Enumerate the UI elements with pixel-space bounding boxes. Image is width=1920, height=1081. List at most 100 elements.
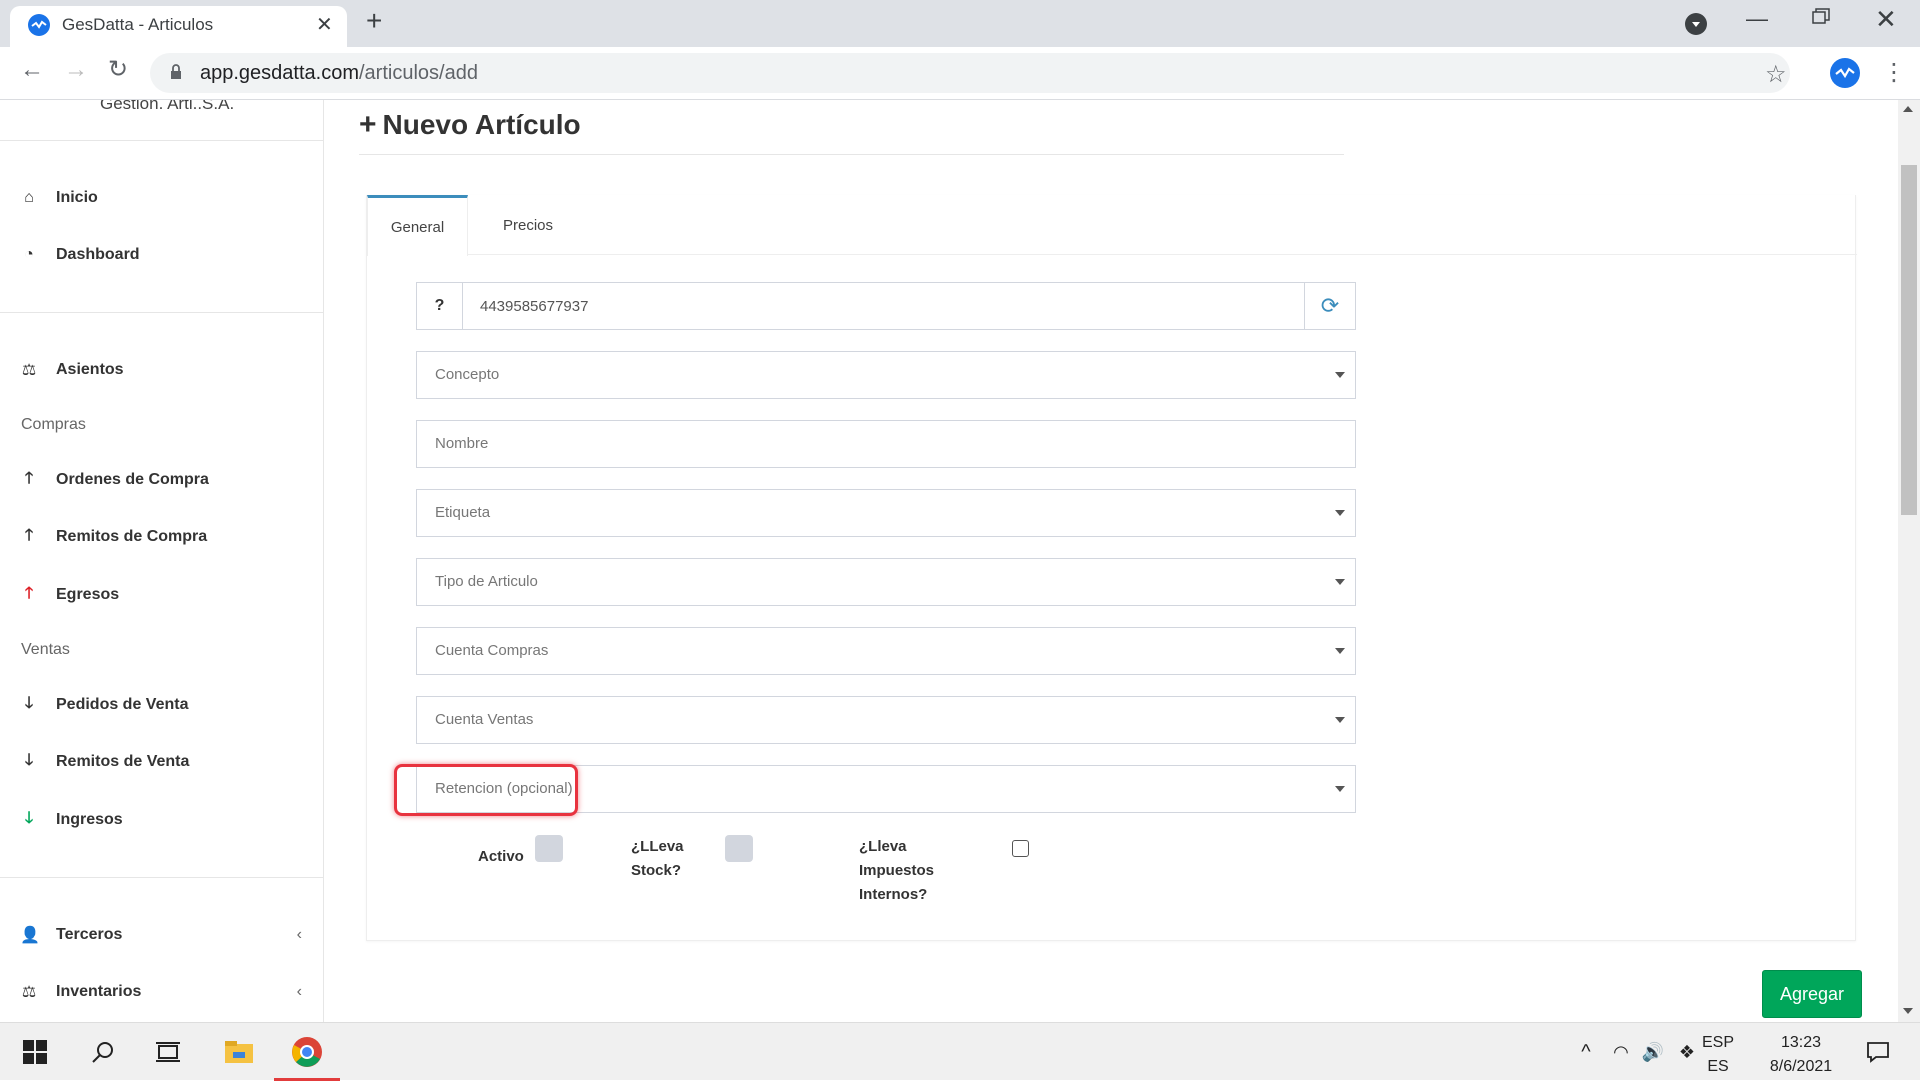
chevron-left-icon: ‹: [296, 983, 302, 1000]
page-title: + Nuevo Artículo: [359, 108, 581, 142]
impuestos-label-line1: ¿Lleva: [859, 838, 907, 855]
sidebar-item-terceros[interactable]: 👤 Terceros ‹: [20, 915, 310, 955]
sidebar-divider: [0, 877, 324, 878]
code-help-button[interactable]: ?: [417, 283, 463, 329]
form-tabs: General Precios: [367, 195, 1857, 256]
impuestos-internos-label: ¿Lleva Impuestos Internos?: [859, 835, 934, 907]
browser-tab-bar: GesDatta - Articulos ✕ + — ✕: [0, 0, 1920, 47]
tipo-articulo-placeholder: Tipo de Articulo: [435, 573, 538, 590]
address-bar[interactable]: app.gesdatta.com/articulos/add ☆: [150, 53, 1790, 93]
activo-toggle[interactable]: [535, 835, 563, 862]
caret-down-icon: [1335, 717, 1345, 723]
lleva-stock-label-line1: ¿LLeva: [631, 838, 684, 855]
tachometer-icon: ◔: [24, 246, 34, 263]
sidebar-item-label: Remitos de Compra: [56, 528, 208, 545]
sidebar-item-pedidos-venta[interactable]: 🡓 Pedidos de Venta: [20, 685, 310, 725]
refresh-code-icon[interactable]: ⟳: [1304, 283, 1355, 329]
window-close-icon[interactable]: ✕: [1875, 4, 1897, 35]
impuestos-label-line2: Impuestos: [859, 862, 935, 879]
tab-precios[interactable]: Precios: [468, 195, 588, 255]
task-view-icon[interactable]: [145, 1023, 191, 1081]
language-indicator[interactable]: ESP ES: [1702, 1031, 1734, 1079]
keyboard-code: ES: [1707, 1058, 1729, 1075]
taskbar-clock[interactable]: 13:23 8/6/2021: [1758, 1031, 1844, 1079]
etiqueta-placeholder: Etiqueta: [435, 504, 491, 521]
code-input[interactable]: [463, 283, 1309, 329]
window-restore-icon[interactable]: [1812, 8, 1830, 24]
code-input-group: ? ⟳: [416, 282, 1356, 330]
sidebar-item-label: Dashboard: [56, 246, 140, 263]
retencion-select[interactable]: Retencion (opcional): [416, 765, 1356, 813]
main-content: + Nuevo Artículo General Precios ? ⟳ Con…: [345, 100, 1875, 1022]
plus-icon: +: [359, 108, 377, 141]
url-text: app.gesdatta.com/articulos/add: [200, 62, 478, 85]
sidebar-divider: [0, 312, 324, 313]
sidebar-item-ordenes-compra[interactable]: 🡑 Ordenes de Compra: [20, 460, 310, 500]
notifications-icon[interactable]: [1858, 1023, 1898, 1081]
sidebar: Gestion. Arti..S.A. ⌂ Inicio ◔ Dashboard…: [0, 100, 324, 1022]
scroll-up-icon[interactable]: [1903, 106, 1913, 112]
sidebar-item-inicio[interactable]: ⌂ Inicio: [20, 178, 310, 218]
new-tab-icon[interactable]: +: [366, 7, 382, 35]
sidebar-item-remitos-compra[interactable]: 🡑 Remitos de Compra: [20, 517, 310, 557]
network-icon[interactable]: ◠: [1608, 1023, 1634, 1081]
arrow-down-icon: 🡓: [24, 751, 34, 769]
lleva-stock-label: ¿LLeva Stock?: [631, 835, 684, 883]
nombre-input[interactable]: Nombre: [416, 420, 1356, 468]
impuestos-internos-checkbox[interactable]: [1012, 840, 1029, 857]
etiqueta-select[interactable]: Etiqueta: [416, 489, 1356, 537]
tipo-articulo-select[interactable]: Tipo de Articulo: [416, 558, 1356, 606]
bookmark-star-icon[interactable]: ☆: [1765, 60, 1787, 89]
browser-tab[interactable]: GesDatta - Articulos ✕: [10, 6, 347, 47]
agregar-button[interactable]: Agregar: [1762, 970, 1862, 1018]
cuenta-ventas-placeholder: Cuenta Ventas: [435, 711, 534, 728]
sidebar-item-asientos[interactable]: ⚖ Asientos: [20, 350, 310, 390]
windows-start-icon[interactable]: [12, 1023, 58, 1081]
sidebar-item-label: Asientos: [56, 361, 124, 378]
sidebar-item-label: Egresos: [56, 586, 120, 603]
volume-icon[interactable]: 🔊: [1640, 1023, 1666, 1081]
arrow-down-icon: 🡓: [24, 694, 34, 712]
forward-icon[interactable]: →: [64, 58, 88, 82]
caret-down-icon: [1335, 579, 1345, 585]
file-explorer-icon[interactable]: [216, 1023, 262, 1081]
company-name: Gestion. Arti..S.A.: [100, 100, 235, 113]
window-minimize-icon[interactable]: —: [1746, 6, 1768, 32]
tab-search-icon[interactable]: [1685, 13, 1707, 35]
nombre-placeholder: Nombre: [435, 435, 489, 452]
gesdatta-extension-icon[interactable]: [1830, 58, 1860, 88]
scrollbar-thumb[interactable]: [1901, 165, 1917, 515]
chrome-icon[interactable]: [282, 1023, 332, 1081]
sidebar-item-label: Ingresos: [56, 811, 123, 828]
sidebar-item-inventarios[interactable]: ⚖ Inventarios ‹: [20, 972, 310, 1012]
clock-time: 13:23: [1780, 1034, 1822, 1051]
caret-down-icon: [1335, 648, 1345, 654]
dropbox-icon[interactable]: ❖: [1674, 1023, 1700, 1081]
sidebar-item-label: Ordenes de Compra: [56, 471, 209, 488]
search-icon[interactable]: [80, 1023, 126, 1081]
browser-menu-icon[interactable]: ⋮: [1882, 58, 1906, 87]
scroll-down-icon[interactable]: [1903, 1008, 1913, 1014]
sidebar-item-dashboard[interactable]: ◔ Dashboard: [20, 235, 310, 275]
sidebar-item-egresos[interactable]: 🡑 Egresos: [20, 575, 310, 615]
lleva-stock-label-line2: Stock?: [631, 862, 682, 879]
title-divider: [359, 154, 1344, 155]
reload-icon[interactable]: ↻: [108, 58, 128, 82]
lleva-stock-toggle[interactable]: [725, 835, 753, 862]
home-icon: ⌂: [24, 189, 34, 206]
caret-down-icon: [1335, 786, 1345, 792]
sidebar-item-label: Terceros: [56, 926, 123, 943]
tab-general[interactable]: General: [367, 195, 468, 256]
tab-close-icon[interactable]: ✕: [316, 12, 333, 37]
page-scrollbar[interactable]: [1898, 100, 1920, 1022]
cuenta-ventas-select[interactable]: Cuenta Ventas: [416, 696, 1356, 744]
windows-taskbar: ^ ◠ 🔊 ❖ ESP ES 13:23 8/6/2021: [0, 1022, 1920, 1081]
caret-down-icon: [1335, 372, 1345, 378]
back-icon[interactable]: ←: [20, 58, 44, 82]
cuenta-compras-select[interactable]: Cuenta Compras: [416, 627, 1356, 675]
sidebar-item-remitos-venta[interactable]: 🡓 Remitos de Venta: [20, 742, 310, 782]
page: Gestion. Arti..S.A. ⌂ Inicio ◔ Dashboard…: [0, 100, 1920, 1022]
concepto-select[interactable]: Concepto: [416, 351, 1356, 399]
tray-expand-icon[interactable]: ^: [1574, 1023, 1598, 1081]
sidebar-item-ingresos[interactable]: 🡓 Ingresos: [20, 800, 310, 840]
